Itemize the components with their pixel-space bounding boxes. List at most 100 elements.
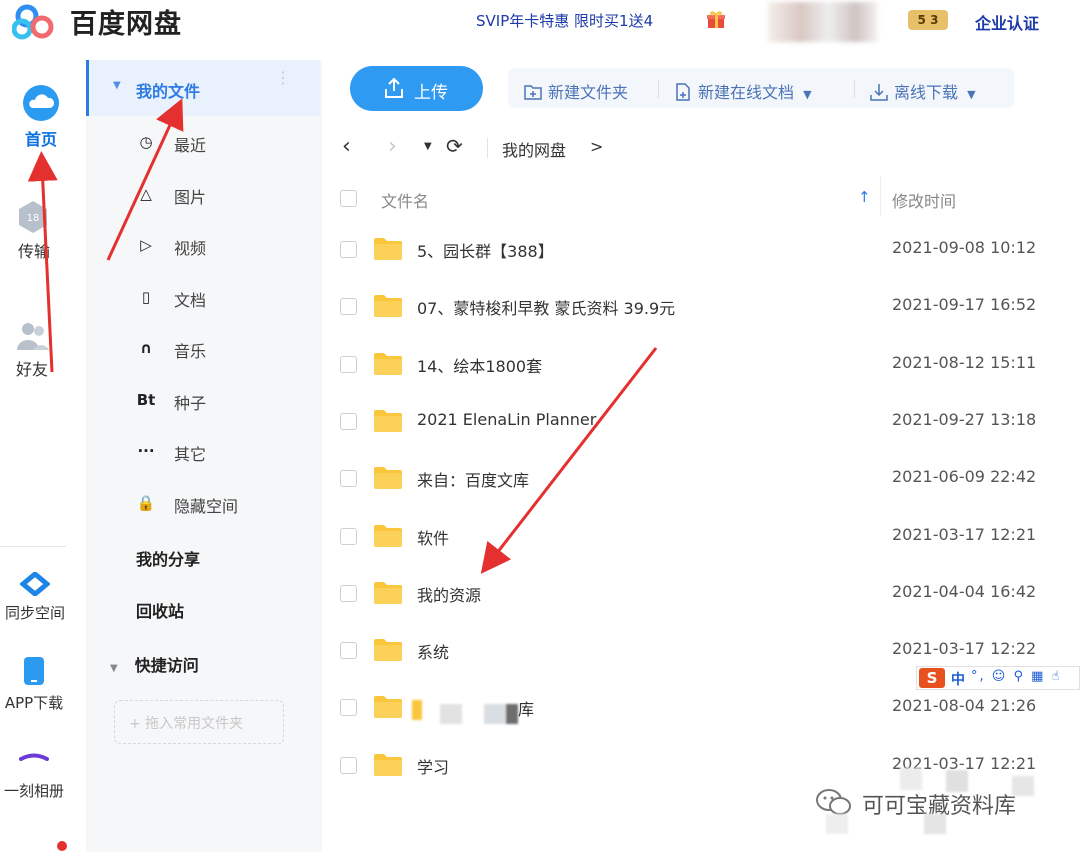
file-modified-time: 2021-03-17 12:21 bbox=[892, 524, 1037, 544]
ime-tool-icons[interactable]: °, ☺ ⚲ ▦ ☝ bbox=[971, 669, 1061, 684]
refresh-icon[interactable]: ⟳ bbox=[446, 134, 463, 158]
nav-transfer[interactable]: 18 传输 bbox=[0, 200, 82, 262]
table-row[interactable]: 来自：百度文库 2021-06-09 22:42 bbox=[330, 450, 1080, 507]
toolbar-divider bbox=[854, 80, 855, 98]
file-name[interactable]: 库 bbox=[518, 696, 534, 720]
row-checkbox[interactable] bbox=[340, 298, 357, 316]
watermark-noise bbox=[946, 770, 968, 792]
lock-icon: 🔒 bbox=[136, 493, 156, 512]
sidebar-my-files[interactable]: ▼ 我的文件 ⋮ bbox=[86, 60, 320, 116]
collapse-caret-icon[interactable]: ▼ bbox=[113, 80, 121, 91]
file-name[interactable]: 学习 bbox=[417, 754, 449, 778]
sidebar-my-share[interactable]: 我的分享 bbox=[136, 546, 200, 570]
row-checkbox[interactable] bbox=[340, 699, 357, 717]
sidebar-recycle-bin[interactable]: 回收站 bbox=[136, 598, 184, 622]
row-checkbox[interactable] bbox=[340, 584, 357, 602]
sidebar-item-label: 图片 bbox=[174, 187, 207, 207]
table-row[interactable]: 07、蒙特梭利早教 蒙氏资料 39.9元 2021-09-17 16:52 bbox=[330, 278, 1080, 335]
file-modified-time: 2021-09-27 13:18 bbox=[892, 409, 1037, 429]
dropdown-caret-icon: ▼ bbox=[967, 88, 976, 101]
forward-arrow-icon[interactable]: › bbox=[388, 134, 397, 159]
file-name[interactable]: 2021 ElenaLin Planner bbox=[417, 410, 596, 429]
redaction-blur bbox=[506, 704, 518, 724]
ime-toolbar[interactable]: S 中 °, ☺ ⚲ ▦ ☝ bbox=[916, 666, 1080, 690]
nav-album[interactable]: 一刻相册 bbox=[0, 750, 68, 801]
upload-button[interactable]: 上传 bbox=[350, 66, 483, 111]
video-icon: ▷ bbox=[140, 236, 152, 254]
gift-icon[interactable] bbox=[706, 10, 726, 30]
more-options-icon[interactable]: ⋮ bbox=[275, 70, 291, 86]
table-row[interactable]: 14、绘本1800套 2021-08-12 15:11 bbox=[330, 336, 1080, 393]
table-row[interactable]: 5、园长群【388】 2021-09-08 10:12 bbox=[330, 221, 1080, 278]
toolbar-divider bbox=[658, 80, 659, 98]
file-name[interactable]: 07、蒙特梭利早教 蒙氏资料 39.9元 bbox=[417, 295, 675, 319]
file-modified-time: 2021-08-04 21:26 bbox=[892, 696, 1037, 716]
nav-app-download[interactable]: APP下载 bbox=[0, 656, 68, 713]
sidebar-item-6[interactable]: ··· 其它 bbox=[86, 431, 320, 471]
file-name[interactable]: 系统 bbox=[417, 639, 449, 663]
select-all-checkbox[interactable] bbox=[340, 190, 357, 207]
offline-download-button[interactable]: 离线下载 ▼ bbox=[870, 79, 976, 103]
sort-ascending-icon[interactable]: ↑ bbox=[858, 188, 871, 206]
baidu-netdisk-logo-icon[interactable] bbox=[12, 4, 62, 40]
ime-mode-toggle[interactable]: 中 bbox=[951, 669, 965, 689]
row-checkbox[interactable] bbox=[340, 642, 357, 660]
user-avatar-blurred[interactable] bbox=[768, 2, 878, 42]
row-checkbox[interactable] bbox=[340, 756, 357, 774]
history-dropdown-icon[interactable]: ▼ bbox=[424, 141, 432, 152]
document-icon: ▯ bbox=[141, 287, 151, 306]
svip-promo-link[interactable]: SVIP年卡特惠 限时买1送4 bbox=[476, 10, 653, 31]
table-row[interactable]: 我的资源 2021-04-04 16:42 bbox=[330, 565, 1080, 622]
cloud-home-icon bbox=[23, 85, 59, 121]
file-modified-time: 2021-09-17 16:52 bbox=[892, 295, 1037, 315]
new-folder-button[interactable]: 新建文件夹 bbox=[524, 79, 628, 103]
sidebar-quick-access[interactable]: ▼ 快捷访问 bbox=[110, 652, 199, 676]
column-header-modified[interactable]: 修改时间 bbox=[892, 188, 956, 212]
redaction-blur bbox=[440, 704, 462, 724]
file-name[interactable]: 来自：百度文库 bbox=[417, 467, 529, 491]
breadcrumb-divider bbox=[487, 138, 488, 158]
nav-friends[interactable]: 好友 bbox=[0, 320, 82, 380]
breadcrumb: ‹ › ▼ ⟳ 我的网盘 > bbox=[336, 132, 1036, 164]
breadcrumb-root[interactable]: 我的网盘 bbox=[502, 137, 566, 161]
clock-icon: ◷ bbox=[139, 133, 153, 151]
quick-access-dropzone[interactable]: + 拖入常用文件夹 bbox=[114, 700, 284, 744]
file-modified-time: 2021-03-17 12:22 bbox=[892, 639, 1037, 659]
offline-download-label: 离线下载 bbox=[894, 83, 959, 102]
sidebar-item-1[interactable]: △ 图片 bbox=[86, 174, 320, 214]
table-row[interactable]: 软件 2021-03-17 12:21 bbox=[330, 508, 1080, 565]
sidebar-item-5[interactable]: Bt 种子 bbox=[86, 380, 320, 420]
nav-divider bbox=[0, 546, 66, 547]
enterprise-auth-link[interactable]: 企业认证 bbox=[975, 10, 1039, 34]
sidebar-my-files-label: 我的文件 bbox=[136, 82, 201, 101]
row-checkbox[interactable] bbox=[340, 355, 357, 373]
sidebar-item-label: 最近 bbox=[174, 136, 207, 155]
nav-home[interactable]: 首页 bbox=[0, 84, 82, 150]
nav-sync-space[interactable]: 同步空间 bbox=[0, 572, 70, 623]
sidebar-item-4[interactable]: ∩ 音乐 bbox=[86, 328, 320, 368]
upload-icon bbox=[385, 77, 403, 98]
sidebar-item-3[interactable]: ▯ 文档 bbox=[86, 277, 320, 317]
sidebar-item-label: 文档 bbox=[174, 290, 207, 310]
row-checkbox[interactable] bbox=[340, 527, 357, 545]
file-name[interactable]: 5、园长群【388】 bbox=[417, 238, 554, 262]
file-name[interactable]: 软件 bbox=[417, 525, 449, 549]
folder-icon bbox=[374, 295, 402, 318]
sidebar-item-2[interactable]: ▷ 视频 bbox=[86, 225, 320, 265]
nav-app-download-label: APP下载 bbox=[4, 694, 64, 712]
row-checkbox[interactable] bbox=[340, 470, 357, 488]
new-online-doc-button[interactable]: 新建在线文档 ▼ bbox=[674, 79, 812, 103]
app-title: 百度网盘 bbox=[70, 9, 182, 40]
table-row[interactable]: 2021 ElenaLin Planner 2021-09-27 13:18 bbox=[330, 393, 1080, 450]
file-name[interactable]: 我的资源 bbox=[417, 582, 481, 606]
sidebar-item-label: 其它 bbox=[174, 445, 207, 464]
row-checkbox[interactable] bbox=[340, 412, 357, 430]
file-name[interactable]: 14、绘本1800套 bbox=[417, 353, 542, 377]
back-arrow-icon[interactable]: ‹ bbox=[342, 134, 351, 159]
top-header: 百度网盘 SVIP年卡特惠 限时买1送4 5 3 企业认证 bbox=[0, 0, 1080, 44]
sidebar-item-0[interactable]: ◷ 最近 bbox=[86, 122, 320, 162]
sidebar-item-7[interactable]: 🔒 隐藏空间 bbox=[86, 483, 320, 523]
row-checkbox[interactable] bbox=[340, 241, 357, 258]
column-header-name[interactable]: 文件名 bbox=[381, 188, 429, 212]
nav-friends-label: 好友 bbox=[16, 360, 49, 379]
